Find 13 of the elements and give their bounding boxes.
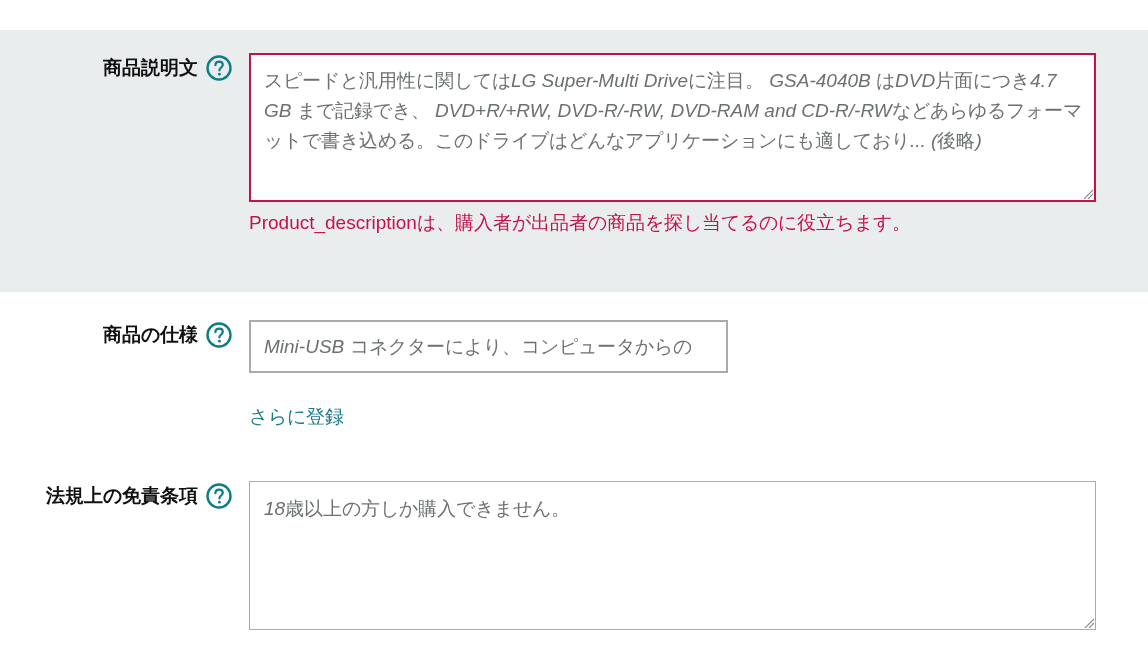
field-label: 法規上の免責条項 <box>46 484 198 508</box>
help-icon[interactable] <box>206 322 232 348</box>
field-label: 商品の仕様 <box>103 323 198 347</box>
help-icon[interactable] <box>206 55 232 81</box>
help-icon[interactable] <box>206 483 232 509</box>
resize-grip-icon[interactable] <box>1083 189 1093 199</box>
error-message: Product_descriptionは、購入者が出品者の商品を探し当てるのに役立ちます。 <box>249 211 912 235</box>
text-area[interactable]: 18歳以上の方しか購入できません。 <box>249 481 1096 630</box>
input-field[interactable]: Mini-USB コネクターにより、コンピュータからの <box>249 320 728 373</box>
field-label: 商品説明文 <box>103 56 198 80</box>
add-more-link[interactable]: さらに登録 <box>249 405 344 429</box>
resize-grip-icon[interactable] <box>1084 618 1094 628</box>
text-area[interactable]: スピードと汎用性に関してはLG Super-Multi Driveに注目。 GSA-4040B はDVD片面につき4.7 GB まで記録でき、 DVD+R/+RW, DVD-R/-RW, DVD-RAM and CD-R/-RWなどあらゆるフォーマットで書き込める。このドライブはどんなアプリケーションにも適しており... (後略) <box>249 53 1096 202</box>
